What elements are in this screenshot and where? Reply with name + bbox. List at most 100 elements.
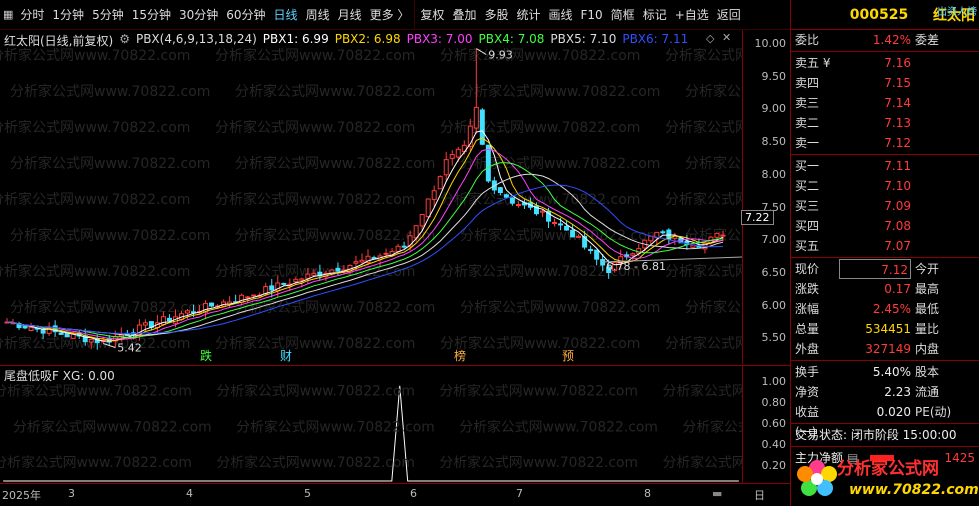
ask-row-value: 7.14 (884, 96, 911, 110)
stat-row: 净资 2.23 流通 (791, 382, 979, 402)
diamond-icon[interactable]: ◇ (706, 32, 714, 45)
price-tick-label: 8.50 (761, 135, 787, 149)
candle-body (160, 316, 166, 326)
watermark-text: 分析家公式网www.70822.com (235, 83, 435, 100)
indicator-tick-label: 0.80 (761, 396, 787, 409)
tab-weekly[interactable]: 周线 (302, 0, 334, 30)
tab-5min[interactable]: 5分钟 (88, 0, 128, 30)
candle-body (497, 187, 503, 194)
tab-30min[interactable]: 30分钟 (175, 0, 222, 30)
candle-body (509, 197, 515, 204)
legend-pbx2: PBX2: 6.98 (334, 32, 401, 46)
candle-body (166, 317, 172, 322)
watermark-text: 分析家公式网www.70822.com (235, 155, 435, 172)
period-toolbar: ▦ 分时 1分钟 5分钟 15分钟 30分钟 60分钟 日线 周线 月线 更多 … (0, 0, 790, 30)
order-ratio-row: 委比 1.42% 委差 (791, 30, 979, 50)
event-tag: 榜 (454, 348, 466, 363)
flower-logo-icon (797, 460, 837, 496)
tab-60min[interactable]: 60分钟 (222, 0, 269, 30)
watermark-text: 分析家公式网www.70822.com (663, 383, 742, 400)
trade-status: 交易状态: 闭市阶段 15:00:00 (795, 428, 957, 442)
candlestick-chart[interactable]: 分析家公式网www.70822.com 分析家公式网www.70822.com 分析… (0, 30, 742, 364)
multi-stock-button[interactable]: 多股 (480, 0, 512, 30)
watermark-text: 分析家公式网www.70822.com (215, 119, 415, 136)
stat-row-label: 收益(一) (795, 405, 820, 439)
ask-row-label: 卖四 (795, 76, 820, 90)
stock-code: 000525 (849, 6, 909, 23)
candle-body (335, 267, 341, 272)
tab-daily[interactable]: 日线 (270, 0, 302, 30)
price-tick-label: 6.50 (761, 265, 787, 279)
watermark-text: 分析家公式网www.70822.com (215, 335, 415, 352)
mark-button[interactable]: 标记 (639, 0, 671, 30)
watermark-text: 分析家公式网www.70822.com (0, 263, 190, 280)
candle-body (449, 154, 455, 159)
tab-monthly[interactable]: 月线 (334, 0, 366, 30)
grid-icon[interactable]: ▦ (0, 8, 16, 21)
stat-row-value: 0.020 (876, 405, 911, 419)
back-button[interactable]: 返回 (713, 0, 745, 30)
stat-row-label: 换手 (795, 365, 820, 379)
investor-rank-link[interactable]: 出资人榜 (937, 3, 977, 18)
stat-row-label2: PE(动) (915, 405, 952, 419)
bid-row: 买三 7.09 (791, 196, 979, 216)
tab-more[interactable]: 更多 〉 (366, 0, 414, 30)
candle-body (630, 253, 636, 256)
watermark-text: 分析家公式网www.70822.com (440, 191, 640, 208)
add-watchlist-button[interactable]: +自选 (671, 0, 713, 30)
date-month: 7 (516, 487, 523, 500)
overlay-button[interactable]: 叠加 (448, 0, 480, 30)
quote-panel: 出资人榜 000525 红太阳 委比 1.42% 委差 卖五 ¥7.16 卖四 7.… (790, 0, 979, 506)
draw-button[interactable]: 画线 (544, 0, 576, 30)
ask-row-label: 卖二 (795, 116, 820, 130)
bid-row-value: 7.07 (884, 239, 911, 253)
bid-row: 买二 7.10 (791, 176, 979, 196)
candle-body (552, 221, 558, 224)
toolbar-divider (414, 0, 416, 30)
ask-row-value: 7.16 (884, 56, 911, 70)
f10-button[interactable]: F10 (577, 0, 607, 30)
watermark-text: 分析家公式网www.70822.com (685, 155, 742, 172)
zoom-icon[interactable]: ▬ (712, 487, 722, 500)
watermark-text: 分析家公式网www.70822.com (216, 383, 415, 400)
price-tick-label: 5.50 (761, 331, 787, 345)
stat-row: 收益(一) 0.020 PE(动) (791, 402, 979, 439)
watermark-text: 分析家公式网www.70822.com (665, 335, 742, 352)
current-price-tag: 7.22 (741, 210, 774, 225)
watermark-text: 分析家公式网www.70822.com (0, 383, 192, 400)
gear-icon[interactable]: ⚙ (119, 32, 130, 49)
tab-intraday[interactable]: 分时 (16, 0, 48, 30)
stat-row-label: 涨跌 (795, 282, 820, 296)
stats-button[interactable]: 统计 (512, 0, 544, 30)
candle-body (383, 252, 389, 255)
logo-url: www.70822.com (849, 482, 979, 498)
simple-frame-button[interactable]: 简框 (607, 0, 639, 30)
candle-body (576, 235, 582, 238)
legend-pbx4: PBX4: 7.08 (478, 32, 545, 46)
watermark-text: 分析家公式网www.70822.com (0, 47, 190, 64)
candle-body (437, 176, 443, 190)
candle-body (251, 294, 257, 297)
watermark-text: 分析家公式网www.70822.com (665, 47, 742, 64)
watermark-text: 分析家公式网www.70822.com (665, 119, 742, 136)
tab-1min[interactable]: 1分钟 (48, 0, 88, 30)
ask-row: 卖五 ¥ 7.16 (791, 53, 979, 73)
ask-row: 卖四 7.15 (791, 73, 979, 93)
candle-body (485, 144, 491, 182)
price-tick-label: 10.00 (754, 37, 787, 50)
bid-row-label: 买五 (795, 239, 820, 253)
price-tick-label: 7.00 (761, 233, 787, 247)
candle-body (401, 245, 407, 248)
tab-15min[interactable]: 15分钟 (128, 0, 175, 30)
bid-row-value: 7.10 (884, 179, 911, 193)
watermark-text: 分析家公式网www.70822.com (682, 418, 742, 435)
stat-row-label2: 最高 (915, 282, 940, 296)
close-icon[interactable]: ✕ (722, 31, 731, 44)
legend-pbx5: PBX5: 7.10 (550, 32, 617, 46)
watermark-text: 分析家公式网www.70822.com (439, 454, 638, 471)
order-ratio-value: 1.42% (872, 33, 911, 47)
candle-body (353, 261, 359, 264)
stat-row-value: 0.17 (884, 282, 911, 296)
date-right: 日 (754, 489, 765, 502)
adjust-button[interactable]: 复权 (416, 0, 448, 30)
